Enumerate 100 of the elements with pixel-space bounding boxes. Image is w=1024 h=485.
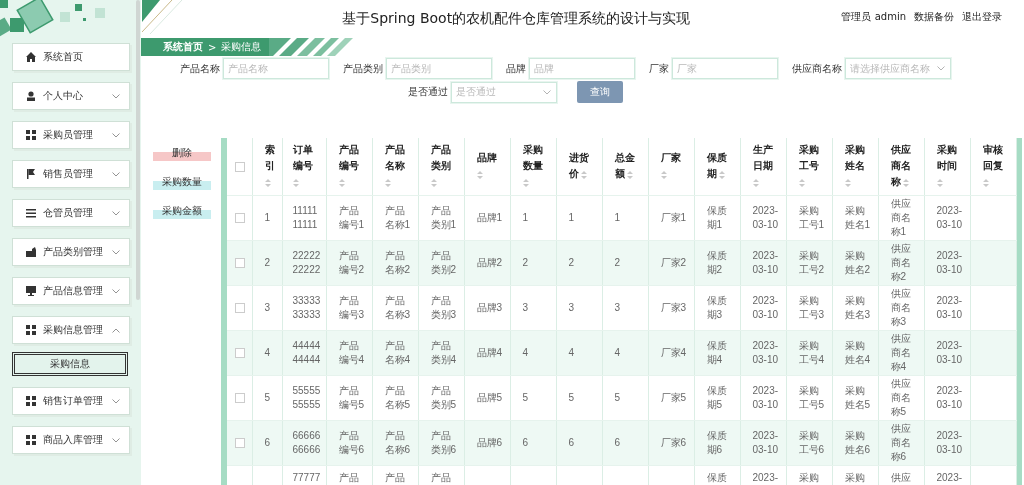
checkbox[interactable] [235, 347, 245, 358]
table-cell: 产品名称6 [384, 428, 411, 457]
sort-icon [719, 170, 726, 179]
action-button[interactable]: 删除 [153, 145, 211, 161]
action-button[interactable]: 采购数量 [153, 174, 211, 190]
menu-item[interactable]: 仓管员管理 [12, 199, 130, 227]
table-cell-text: 保质 [706, 470, 728, 485]
header-link[interactable]: 退出登录 [962, 10, 1002, 24]
table-cell-text: 保质期5 [706, 383, 728, 412]
menu-item[interactable]: 个人中心 [12, 82, 130, 110]
grid-icon [26, 435, 36, 445]
sort-icon [844, 178, 851, 187]
column-header[interactable]: 品牌 [476, 150, 503, 183]
table-cell-text: 采购 [844, 470, 866, 485]
menu-label: 销售员管理 [43, 167, 94, 181]
sort-icon [338, 178, 345, 187]
table-cell: 产品编号2 [338, 248, 365, 277]
table-cell-text: 产品 [384, 470, 406, 485]
table-cell: 产品名称4 [384, 338, 411, 367]
user-icon [26, 91, 36, 101]
column-header[interactable]: 生产日期 [752, 142, 779, 191]
table-cell: 2023-03-10 [752, 383, 779, 412]
table-cell-text: 4 [614, 345, 622, 360]
table-cell-text: 供应商名称3 [890, 286, 912, 329]
chevron-icon [937, 66, 945, 71]
table-cell: 品牌1 [476, 210, 503, 225]
breadcrumb-separator: > [208, 41, 217, 53]
menu-item[interactable]: 采购信息管理 [12, 316, 130, 344]
checkbox[interactable] [235, 257, 245, 268]
menu-item[interactable]: 销售员管理 [12, 160, 130, 188]
table-cell-text: 供应商名称6 [890, 421, 912, 464]
table-cell: 采购姓名2 [844, 248, 871, 277]
menu-item[interactable]: 系统首页 [12, 43, 130, 71]
column-header[interactable]: 保质期 [706, 150, 733, 183]
table-cell: 品牌6 [476, 435, 503, 450]
table-cell: 厂家4 [660, 345, 687, 360]
header-link[interactable]: 管理员 admin [841, 10, 906, 24]
table-cell-text: 4 [522, 345, 530, 360]
field-label: 产品类别 [343, 61, 383, 76]
sort-icon [752, 178, 759, 187]
table-cell: 2023-03-10 [936, 338, 963, 367]
column-header[interactable]: 产品类别 [430, 142, 457, 191]
checkbox[interactable] [235, 161, 245, 172]
table-cell: 2023-03-10 [752, 203, 779, 232]
table-cell-text: 保质期2 [706, 248, 728, 277]
checkbox[interactable] [235, 392, 245, 403]
menu-item[interactable]: 商品入库管理 [12, 426, 130, 454]
column-header[interactable]: 进货价 [568, 150, 595, 183]
table-cell-text: 4 [568, 345, 576, 360]
menu-label: 产品信息管理 [43, 284, 104, 298]
column-header[interactable]: 产品名称 [384, 142, 411, 191]
field-label: 品牌 [506, 61, 526, 76]
column-header[interactable]: 采购时间 [936, 142, 963, 191]
column-header[interactable]: 索引 [264, 142, 275, 191]
table-cell-text: 5 [264, 390, 272, 405]
submenu-item[interactable]: 采购信息 [12, 352, 128, 376]
grid-icon [26, 396, 36, 406]
table-cell-text: 5 [568, 390, 576, 405]
column-header[interactable]: 采购数量 [522, 142, 549, 191]
menu-item[interactable]: 产品信息管理 [12, 277, 130, 305]
table-cell-text: 1 [614, 210, 622, 225]
table-cell: 采购工号4 [798, 338, 825, 367]
table-cell-text: 保质期1 [706, 203, 728, 232]
table-cell: 4444444444 [292, 338, 321, 367]
checkbox[interactable] [235, 437, 245, 448]
table-cell-text: 供应商名称5 [890, 376, 912, 419]
sort-icon [581, 170, 588, 179]
flag-icon [26, 169, 36, 179]
table-cell: 产品名称5 [384, 383, 411, 412]
table-cell: 采购工号3 [798, 293, 825, 322]
table-cell-text: 1 [264, 210, 272, 225]
column-header[interactable]: 审核回复 [982, 142, 1009, 191]
sort-icon [476, 170, 483, 179]
table-cell: 产品类别5 [430, 383, 457, 412]
column-header[interactable]: 产品编号 [338, 142, 365, 191]
table-cell: 2222222222 [292, 248, 321, 277]
table-cell: 6666666666 [292, 428, 321, 457]
menu-item[interactable]: 产品类别管理 [12, 238, 130, 266]
checkbox[interactable] [235, 212, 245, 223]
table-cell: 2023- [936, 470, 963, 485]
menu-item[interactable]: 销售订单管理 [12, 387, 130, 415]
column-header[interactable]: 厂家 [660, 150, 687, 183]
column-header[interactable]: 总金额 [614, 150, 641, 183]
table-cell: 产品编号3 [338, 293, 365, 322]
column-header[interactable]: 采购姓名 [844, 142, 871, 191]
menu-label: 仓管员管理 [43, 206, 94, 220]
table-cell: 2023- [752, 470, 779, 485]
menu-item[interactable]: 采购员管理 [12, 121, 130, 149]
table-cell: 产品类别4 [430, 338, 457, 367]
table-cell-text: 产品 [338, 470, 360, 485]
checkbox[interactable] [235, 302, 245, 313]
list-icon [26, 208, 36, 218]
header-link[interactable]: 数据备份 [914, 10, 954, 24]
table-cell-text: 2 [614, 255, 622, 270]
column-header[interactable]: 供应商名称 [890, 142, 917, 191]
table-cell: 采购工号2 [798, 248, 825, 277]
column-header[interactable]: 订单编号 [292, 142, 321, 191]
column-header[interactable]: 采购工号 [798, 142, 825, 191]
table-cell: 3333333333 [292, 293, 321, 322]
action-button[interactable]: 采购金额 [153, 203, 211, 219]
